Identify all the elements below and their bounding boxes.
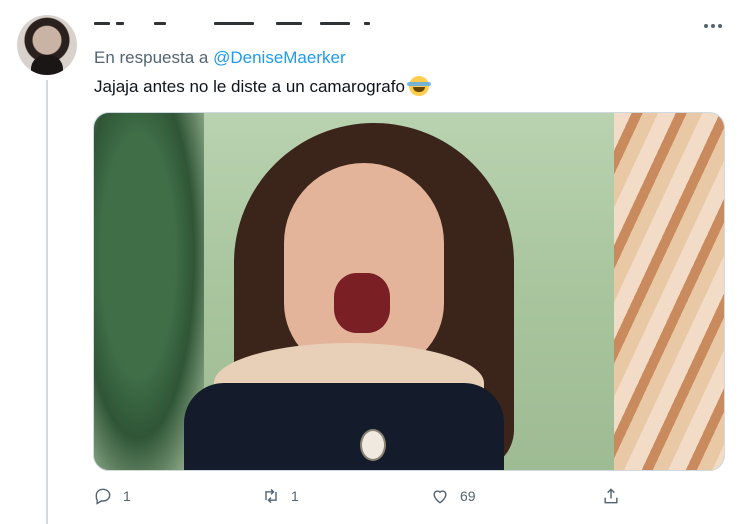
like-icon bbox=[433, 490, 447, 504]
like-button[interactable]: 69 bbox=[430, 484, 476, 508]
retweet-count: 1 bbox=[291, 488, 299, 504]
thread-line bbox=[46, 80, 48, 524]
tweet-media-image[interactable] bbox=[93, 112, 725, 471]
reply-button[interactable]: 1 bbox=[93, 484, 131, 508]
retweet-button[interactable]: 1 bbox=[261, 484, 299, 508]
tweet-body: Jajaja antes no le diste a un camarograf… bbox=[94, 77, 405, 96]
tears-of-joy-icon bbox=[406, 76, 431, 96]
reply-prefix: En respuesta a bbox=[94, 48, 209, 67]
tweet-actions: 1 1 69 bbox=[93, 484, 633, 508]
retweet-icon bbox=[265, 488, 277, 504]
tweet-text: Jajaja antes no le diste a un camarograf… bbox=[94, 76, 431, 97]
author-name-redacted[interactable] bbox=[94, 18, 384, 32]
reply-count: 1 bbox=[123, 488, 131, 504]
more-icon[interactable] bbox=[700, 16, 726, 36]
share-button[interactable] bbox=[601, 484, 621, 508]
avatar[interactable] bbox=[17, 15, 77, 75]
reply-mention-link[interactable]: @DeniseMaerker bbox=[213, 48, 346, 67]
like-count: 69 bbox=[460, 488, 476, 504]
reply-icon bbox=[95, 488, 111, 505]
share-icon bbox=[604, 488, 618, 504]
reply-context: En respuesta a @DeniseMaerker bbox=[94, 48, 346, 68]
